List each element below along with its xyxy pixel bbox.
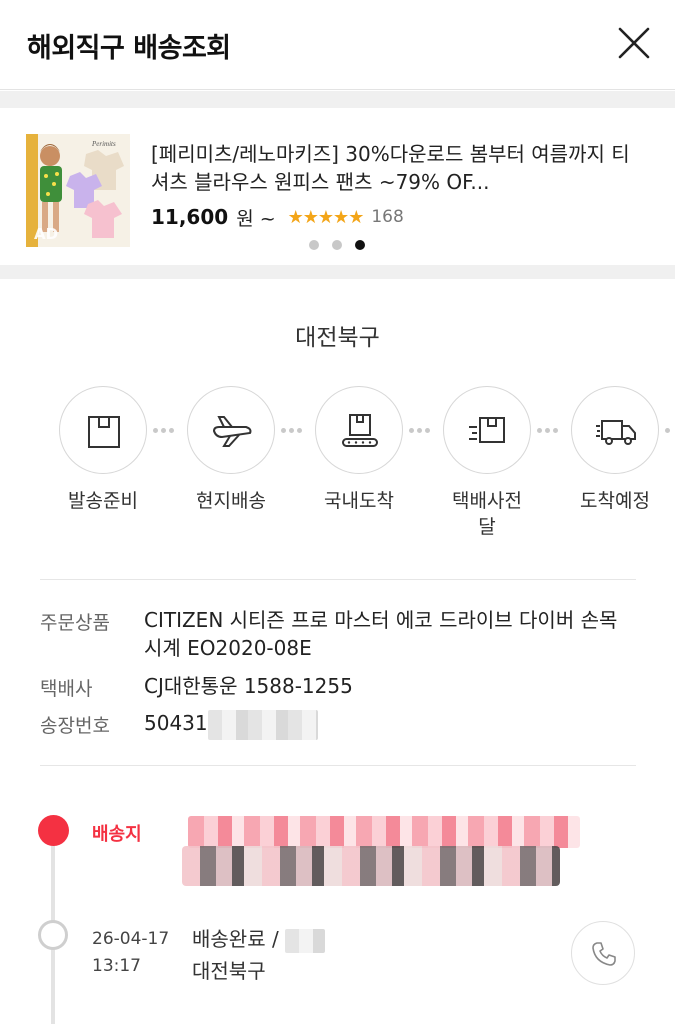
delivery-box-icon xyxy=(443,386,531,474)
ad-price: 11,600 xyxy=(151,205,229,229)
step-label: 도착예정 xyxy=(580,490,650,512)
invoice-label: 송장번호 xyxy=(40,715,110,737)
courier-row: 택배사 CJ대한통운 1588-1255 xyxy=(40,672,640,702)
invoice-value: 50431 xyxy=(144,711,208,735)
step-label: 현지배송 xyxy=(196,490,266,512)
event-status-text: 배송완료 / xyxy=(192,927,279,951)
delivery-steps: 발송준비 현지배송 국내도착 택배사전달 도착예정 xyxy=(0,386,675,546)
phone-icon[interactable] xyxy=(571,921,635,985)
step-label: 발송준비 xyxy=(68,490,138,512)
ad-price-unit: 원 ~ xyxy=(236,207,276,230)
ad-badge: AD xyxy=(34,225,59,243)
airplane-icon xyxy=(187,386,275,474)
conveyor-box-icon xyxy=(315,386,403,474)
delivery-timeline: 배송지 26-04-17 13:17 배송완료 / 대전북구 xyxy=(0,800,675,1024)
invoice-row: 송장번호 50431 xyxy=(40,708,640,740)
destination-label: 배송지 xyxy=(92,824,142,845)
divider xyxy=(40,579,636,580)
ad-product-image[interactable]: Perimits AD xyxy=(26,134,130,247)
step-connector xyxy=(153,428,183,434)
carousel-dot-3-active[interactable] xyxy=(355,240,365,250)
carousel-dot-2[interactable] xyxy=(332,240,342,250)
svg-text:Perimits: Perimits xyxy=(91,140,116,148)
section-gap xyxy=(0,91,675,108)
step-connector xyxy=(665,428,675,434)
event-timestamp: 26-04-17 13:17 xyxy=(92,926,169,980)
redacted-area xyxy=(285,928,326,953)
step-connector xyxy=(281,428,311,434)
review-count: 168 xyxy=(371,207,404,227)
redacted-address xyxy=(188,816,580,848)
redacted-area xyxy=(207,709,318,740)
courier-label: 택배사 xyxy=(40,678,93,700)
page-title: 해외직구 배송조회 xyxy=(27,33,231,64)
step-connector xyxy=(409,428,439,434)
section-gap xyxy=(0,265,675,279)
truck-icon xyxy=(571,386,659,474)
step-label: 택배사전달 xyxy=(452,490,522,538)
divider xyxy=(40,765,636,766)
current-region: 대전북구 xyxy=(295,325,380,351)
ad-price-row: 11,600 원 ~ ★★★★★ 168 xyxy=(151,203,404,231)
carousel-dot-1[interactable] xyxy=(309,240,319,250)
product-label: 주문상품 xyxy=(40,612,110,634)
invoice-number: 50431 xyxy=(144,709,634,740)
event-location: 대전북구 xyxy=(192,959,266,983)
step-label: 국내도착 xyxy=(324,490,394,512)
event-date: 26-04-17 xyxy=(92,929,170,949)
timeline-dot xyxy=(38,920,68,950)
event-time: 13:17 xyxy=(92,956,141,976)
timeline-active-dot xyxy=(38,815,69,846)
close-icon[interactable] xyxy=(617,26,651,60)
rating-stars-icon: ★★★★★ xyxy=(287,206,365,228)
box-icon xyxy=(59,386,147,474)
product-value: CITIZEN 시티즌 프로 마스터 에코 드라이브 다이버 손목시계 EO20… xyxy=(144,608,618,660)
app-header: 해외직구 배송조회 xyxy=(0,0,675,90)
courier-value[interactable]: CJ대한통운 1588-1255 xyxy=(144,672,634,700)
redacted-address xyxy=(182,846,560,886)
order-product-row: 주문상품 CITIZEN 시티즌 프로 마스터 에코 드라이브 다이버 손목시계… xyxy=(40,606,640,666)
step-connector xyxy=(537,428,567,434)
ad-title[interactable]: [페리미츠/레노마키즈] 30%다운로드 봄부터 여름까지 티셔츠 블라우스 원… xyxy=(151,140,646,196)
event-status: 배송완료 / 대전북구 xyxy=(192,923,326,987)
